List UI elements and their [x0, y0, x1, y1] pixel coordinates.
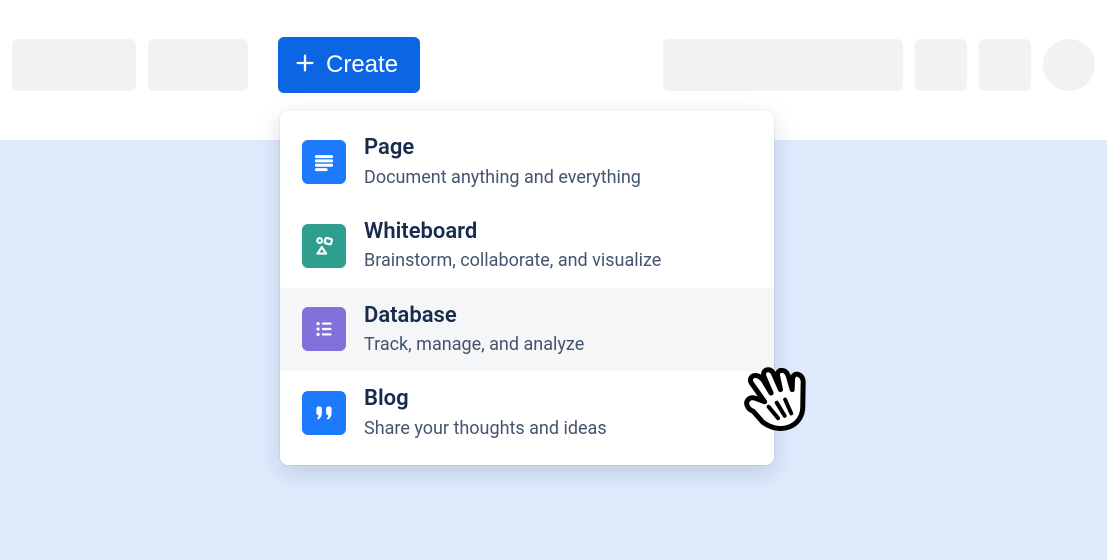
nav-placeholder-2: [148, 39, 248, 91]
header-icon-placeholder-1: [915, 39, 967, 91]
database-icon: [302, 307, 346, 351]
create-button-label: Create: [326, 51, 398, 79]
menu-item-whiteboard[interactable]: Whiteboard Brainstorm, collaborate, and …: [280, 204, 774, 288]
search-placeholder: [663, 39, 903, 91]
menu-item-title: Blog: [364, 385, 607, 414]
avatar-placeholder: [1043, 39, 1095, 91]
menu-item-title: Whiteboard: [364, 218, 661, 247]
menu-item-database[interactable]: Database Track, manage, and analyze: [280, 288, 774, 372]
plus-icon: [294, 51, 316, 79]
whiteboard-icon: [302, 224, 346, 268]
page-icon: [302, 140, 346, 184]
menu-item-title: Page: [364, 134, 641, 163]
create-button[interactable]: Create: [278, 37, 420, 93]
create-dropdown: Page Document anything and everything Wh…: [280, 110, 774, 465]
menu-item-desc: Share your thoughts and ideas: [364, 416, 607, 441]
menu-item-blog[interactable]: Blog Share your thoughts and ideas: [280, 371, 774, 455]
menu-item-desc: Document anything and everything: [364, 165, 641, 190]
menu-item-title: Database: [364, 302, 584, 331]
nav-placeholder-1: [12, 39, 136, 91]
blog-icon: [302, 391, 346, 435]
menu-item-desc: Brainstorm, collaborate, and visualize: [364, 248, 661, 273]
menu-item-page[interactable]: Page Document anything and everything: [280, 120, 774, 204]
menu-item-desc: Track, manage, and analyze: [364, 332, 584, 357]
header-icon-placeholder-2: [979, 39, 1031, 91]
